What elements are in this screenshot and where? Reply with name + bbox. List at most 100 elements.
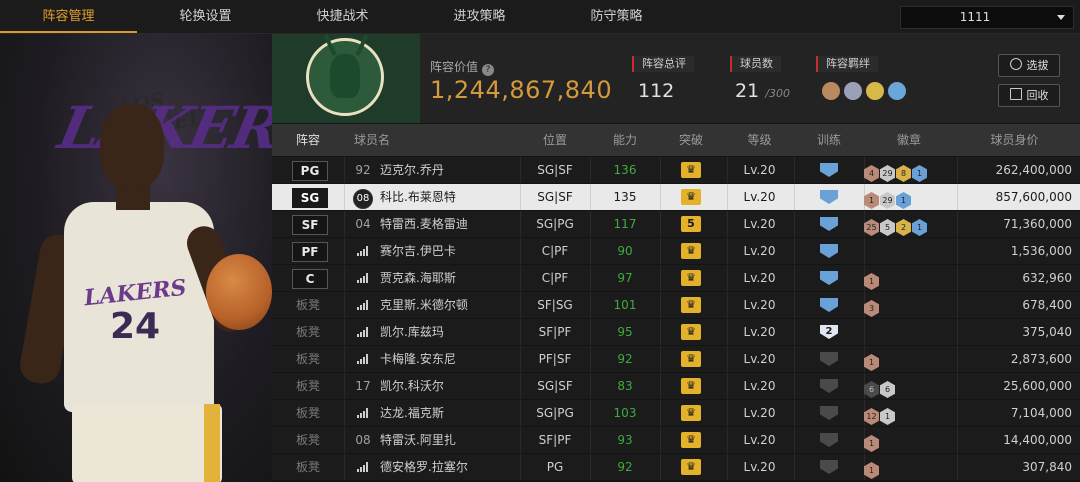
recycle-button[interactable]: 回收 bbox=[998, 84, 1060, 107]
slot-cell[interactable]: PF bbox=[272, 238, 344, 264]
player-name[interactable]: 特雷西.麦格雷迪 bbox=[380, 211, 520, 237]
player-name[interactable]: 德安格罗.拉塞尔 bbox=[380, 454, 520, 480]
slot-cell[interactable]: 板凳 bbox=[272, 427, 344, 453]
col-player-value[interactable]: 球员身价 bbox=[957, 124, 1072, 156]
breakthrough-crown-icon[interactable]: ♛ bbox=[681, 378, 701, 394]
col-name[interactable]: 球员名 bbox=[344, 124, 424, 156]
bond-gold-icon[interactable] bbox=[866, 82, 884, 100]
breakthrough-crown-icon[interactable]: ♛ bbox=[681, 432, 701, 448]
col-position[interactable]: 位置 bbox=[520, 124, 590, 156]
player-name[interactable]: 达龙.福克斯 bbox=[380, 400, 520, 426]
choose-button[interactable]: 选拔 bbox=[998, 54, 1060, 77]
table-row[interactable]: 板凳 达龙.福克斯 SG|PG 103 ♛ Lv.20 12 1 7,104,000 bbox=[272, 400, 1080, 426]
badge-bronze-icon[interactable]: 4 bbox=[864, 165, 879, 182]
training-shield-icon[interactable] bbox=[820, 379, 838, 393]
training-shield-icon[interactable] bbox=[820, 460, 838, 474]
col-breakthrough[interactable]: 突破 bbox=[660, 124, 722, 156]
badge-dark-icon[interactable]: 6 bbox=[864, 381, 879, 398]
training-shield-icon[interactable] bbox=[820, 433, 838, 447]
player-name[interactable]: 贾克森.海耶斯 bbox=[380, 265, 520, 291]
badge-silver-icon[interactable]: 29 bbox=[880, 165, 895, 182]
slot-cell[interactable]: 板凳 bbox=[272, 400, 344, 426]
table-row[interactable]: 板凳 17 凯尔.科沃尔 SG|SF 83 ♛ Lv.20 6 6 25,600,000 bbox=[272, 373, 1080, 399]
tab-offense-strategy[interactable]: 进攻策略 bbox=[411, 0, 548, 33]
training-shield-icon[interactable] bbox=[820, 271, 838, 285]
training-shield-icon[interactable] bbox=[820, 298, 838, 312]
badge-bronze-icon[interactable]: 12 bbox=[864, 408, 879, 425]
training-shield-icon[interactable] bbox=[820, 406, 838, 420]
table-row[interactable]: PG 92 迈克尔.乔丹 SG|SF 136 ♛ Lv.20 4 29 8 1 262,400,000 bbox=[272, 157, 1080, 183]
training-shield-icon[interactable] bbox=[820, 217, 838, 231]
slot-cell[interactable]: 板凳 bbox=[272, 346, 344, 372]
badge-gold-icon[interactable]: 2 bbox=[896, 219, 911, 236]
training-shield-icon[interactable]: 2 bbox=[820, 325, 838, 339]
table-row[interactable]: C 贾克森.海耶斯 C|PF 97 ♛ Lv.20 1 632,960 bbox=[272, 265, 1080, 291]
player-name[interactable]: 凯尔.库兹玛 bbox=[380, 319, 520, 345]
badge-blue-icon[interactable]: 1 bbox=[912, 165, 927, 182]
badge-bronze-icon[interactable]: 25 bbox=[864, 219, 879, 236]
badge-bronze-icon[interactable]: 1 bbox=[864, 273, 879, 290]
badge-bronze-icon[interactable]: 1 bbox=[864, 354, 879, 371]
badge-bronze-icon[interactable]: 1 bbox=[864, 435, 879, 452]
bond-blue-icon[interactable] bbox=[888, 82, 906, 100]
slot-cell[interactable]: PG bbox=[272, 157, 344, 183]
badge-bronze-icon[interactable]: 3 bbox=[864, 300, 879, 317]
table-row[interactable]: 板凳 卡梅隆.安东尼 PF|SF 92 ♛ Lv.20 1 2,873,600 bbox=[272, 346, 1080, 372]
table-row[interactable]: 板凳 08 特雷沃.阿里扎 SF|PF 93 ♛ Lv.20 1 14,400,000 bbox=[272, 427, 1080, 453]
breakthrough-crown-icon[interactable]: ♛ bbox=[681, 162, 701, 178]
slot-cell[interactable]: 板凳 bbox=[272, 292, 344, 318]
col-badges[interactable]: 徽章 bbox=[864, 124, 954, 156]
breakthrough-crown-icon[interactable]: ♛ bbox=[681, 189, 701, 205]
player-name[interactable]: 凯尔.科沃尔 bbox=[380, 373, 520, 399]
slot-cell[interactable]: 板凳 bbox=[272, 319, 344, 345]
table-row[interactable]: 板凳 德安格罗.拉塞尔 PG 92 ♛ Lv.20 1 307,840 bbox=[272, 454, 1080, 480]
bond-silver-icon[interactable] bbox=[844, 82, 862, 100]
help-icon[interactable]: ? bbox=[482, 64, 495, 76]
table-row[interactable]: PF 赛尔吉.伊巴卡 C|PF 90 ♛ Lv.20 1,536,000 bbox=[272, 238, 1080, 264]
badge-silver-icon[interactable]: 5 bbox=[880, 219, 895, 236]
training-shield-icon[interactable] bbox=[820, 244, 838, 258]
badge-blue-icon[interactable]: 1 bbox=[896, 192, 911, 209]
player-name[interactable]: 特雷沃.阿里扎 bbox=[380, 427, 520, 453]
training-shield-icon[interactable] bbox=[820, 352, 838, 366]
table-row[interactable]: SF 04 特雷西.麦格雷迪 SG|PG 117 5 Lv.20 25 5 2 1 71,360,00… bbox=[272, 211, 1080, 237]
col-training[interactable]: 训练 bbox=[794, 124, 864, 156]
breakthrough-crown-icon[interactable]: ♛ bbox=[681, 270, 701, 286]
table-row[interactable]: 板凳 凯尔.库兹玛 SF|PF 95 ♛ Lv.20 2 375,040 bbox=[272, 319, 1080, 345]
tab-rotation-settings[interactable]: 轮换设置 bbox=[137, 0, 274, 33]
tab-lineup-management[interactable]: 阵容管理 bbox=[0, 0, 137, 33]
breakthrough-crown-icon[interactable]: ♛ bbox=[681, 405, 701, 421]
badge-gold-icon[interactable]: 8 bbox=[896, 165, 911, 182]
badge-bronze-icon[interactable]: 1 bbox=[864, 462, 879, 479]
bond-bronze-icon[interactable] bbox=[822, 82, 840, 100]
tab-defense-strategy[interactable]: 防守策略 bbox=[548, 0, 685, 33]
breakthrough-crown-icon[interactable]: ♛ bbox=[681, 459, 701, 475]
breakthrough-crown-icon[interactable]: 5 bbox=[681, 216, 701, 232]
table-row[interactable]: SG 08 科比.布莱恩特 SG|SF 135 ♛ Lv.20 1 29 1 857,600,000 bbox=[272, 184, 1080, 210]
table-row[interactable]: 板凳 克里斯.米德尔顿 SF|SG 101 ♛ Lv.20 3 678,400 bbox=[272, 292, 1080, 318]
tab-quick-tactics[interactable]: 快捷战术 bbox=[274, 0, 411, 33]
badge-silver-icon[interactable]: 1 bbox=[880, 408, 895, 425]
training-shield-icon[interactable] bbox=[820, 163, 838, 177]
player-name[interactable]: 科比.布莱恩特 bbox=[380, 184, 520, 210]
breakthrough-crown-icon[interactable]: ♛ bbox=[681, 351, 701, 367]
col-slot[interactable]: 阵容 bbox=[272, 124, 344, 156]
player-name[interactable]: 赛尔吉.伊巴卡 bbox=[380, 238, 520, 264]
slot-cell[interactable]: SF bbox=[272, 211, 344, 237]
slot-cell[interactable]: SG bbox=[272, 184, 344, 210]
breakthrough-crown-icon[interactable]: ♛ bbox=[681, 243, 701, 259]
slot-cell[interactable]: C bbox=[272, 265, 344, 291]
player-name[interactable]: 迈克尔.乔丹 bbox=[380, 157, 520, 183]
badge-silver-icon[interactable]: 6 bbox=[880, 381, 895, 398]
slot-cell[interactable]: 板凳 bbox=[272, 454, 344, 480]
badge-bronze-icon[interactable]: 1 bbox=[864, 192, 879, 209]
slot-cell[interactable]: 板凳 bbox=[272, 373, 344, 399]
badge-blue-icon[interactable]: 1 bbox=[912, 219, 927, 236]
lineup-selector[interactable]: 1111 bbox=[900, 6, 1074, 29]
player-name[interactable]: 卡梅隆.安东尼 bbox=[380, 346, 520, 372]
col-ability[interactable]: 能力 bbox=[590, 124, 660, 156]
player-name[interactable]: 克里斯.米德尔顿 bbox=[380, 292, 520, 318]
breakthrough-crown-icon[interactable]: ♛ bbox=[681, 324, 701, 340]
badge-silver-icon[interactable]: 29 bbox=[880, 192, 895, 209]
col-level[interactable]: 等级 bbox=[727, 124, 792, 156]
